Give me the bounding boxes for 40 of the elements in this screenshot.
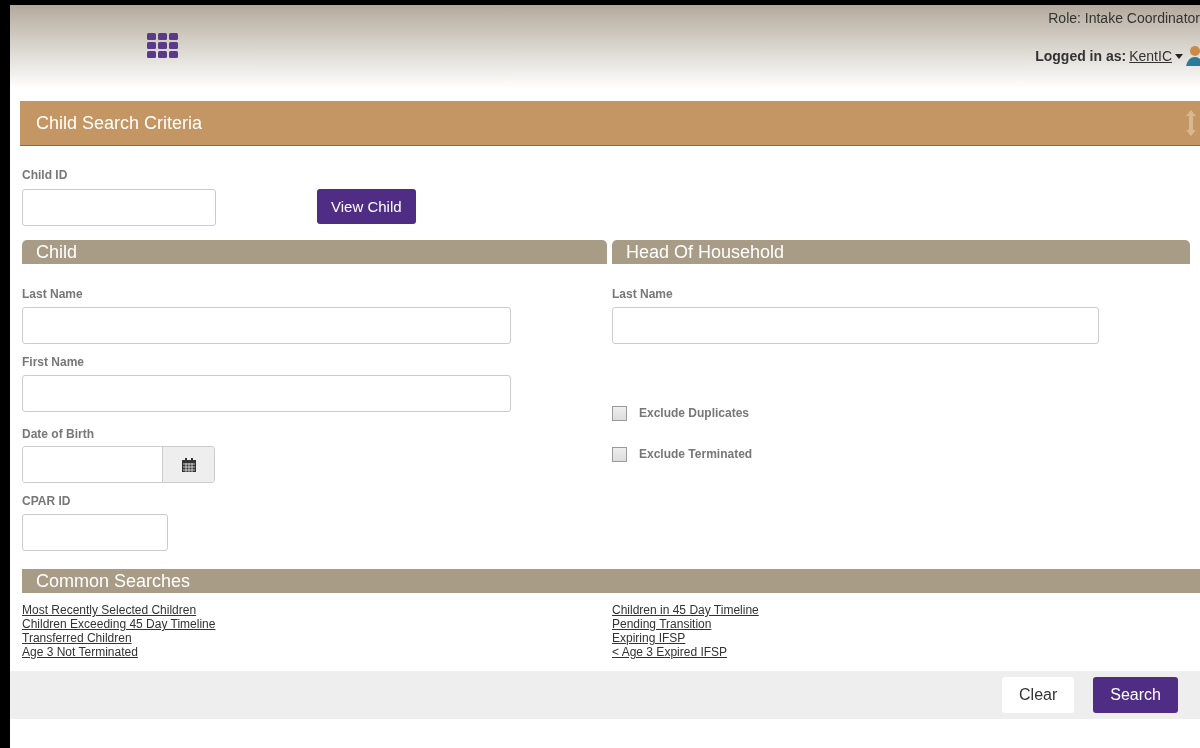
search-link[interactable]: Transferred Children (22, 631, 612, 645)
calendar-icon (181, 457, 196, 472)
search-link[interactable]: Age 3 Not Terminated (22, 645, 612, 659)
search-link[interactable]: < Age 3 Expired IFSP (612, 645, 1012, 659)
view-child-button[interactable]: View Child (317, 189, 416, 224)
resize-icon[interactable] (1186, 110, 1196, 136)
field-label: CPAR ID (22, 494, 72, 508)
field-label: Date of Birth (22, 427, 95, 441)
field-label: Child ID (22, 168, 69, 182)
search-link[interactable]: Pending Transition (612, 617, 1012, 631)
last-name-field[interactable] (22, 307, 511, 344)
search-link[interactable]: Expiring IFSP (612, 631, 1012, 645)
search-link[interactable]: Children Exceeding 45 Day Timeline (22, 617, 612, 631)
checkbox[interactable] (612, 446, 627, 462)
apps-grid-icon[interactable] (147, 33, 179, 58)
logged-in-label: Logged in as: (1035, 48, 1127, 64)
user-link[interactable]: KentIC (1129, 48, 1172, 64)
section-title: Common Searches (36, 570, 191, 592)
checkbox-label: Exclude Terminated (639, 447, 753, 461)
checkbox[interactable] (612, 405, 627, 421)
date-of-birth-field[interactable] (22, 446, 215, 483)
checkbox-label: Exclude Duplicates (639, 406, 750, 420)
role-text: Role: Intake Coordinator (1048, 10, 1200, 26)
household-last-name-field[interactable] (612, 307, 1099, 344)
search-link[interactable]: Most Recently Selected Children (22, 603, 612, 617)
section-title: Child (36, 241, 78, 263)
field-label: Last Name (22, 287, 84, 301)
search-link[interactable]: Children in 45 Day Timeline (612, 603, 1012, 617)
child-id-field[interactable] (22, 189, 216, 226)
caret-icon[interactable] (1175, 53, 1183, 59)
field-label: First Name (22, 355, 86, 369)
panel-title: Child Search Criteria (36, 112, 203, 134)
calendar-button[interactable] (163, 447, 214, 482)
field-label: Last Name (612, 287, 674, 301)
section-title: Head Of Household (626, 241, 785, 263)
first-name-field[interactable] (22, 375, 511, 412)
search-button[interactable]: Search (1093, 677, 1178, 713)
user-avatar-icon[interactable] (1186, 46, 1200, 66)
clear-button[interactable]: Clear (1002, 677, 1075, 713)
cpar-id-field[interactable] (22, 514, 168, 551)
